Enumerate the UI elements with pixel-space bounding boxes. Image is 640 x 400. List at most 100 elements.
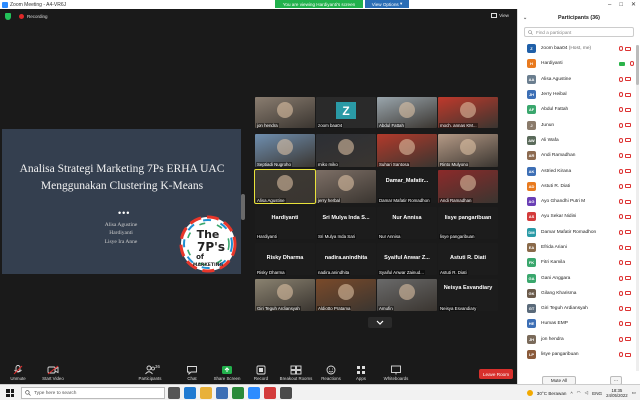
gallery-next-button[interactable] <box>368 317 392 328</box>
pdf-reader-icon[interactable] <box>264 387 276 399</box>
participant-list-item[interactable]: GT Giri Teguh Ardiansyah <box>518 301 636 316</box>
app-icon[interactable] <box>280 387 292 399</box>
participant-tile[interactable]: Neisya Esvandiary <box>438 279 498 311</box>
close-button[interactable]: ✕ <box>631 1 636 8</box>
leave-room-button[interactable]: Leave Room <box>479 369 513 379</box>
reactions-button[interactable]: Reactions <box>316 365 346 381</box>
wifi-icon[interactable]: ◠ <box>577 390 581 396</box>
participant-tile[interactable]: Giri Teguh Ardiansyah <box>255 279 315 311</box>
windows-start-icon[interactable] <box>6 389 14 397</box>
video-off-icon <box>625 184 631 189</box>
participant-name: Hardiyanti <box>541 61 563 67</box>
participant-list-item[interactable]: HE Humas EMP <box>518 316 636 331</box>
collapse-chevron-icon[interactable]: ⌄ <box>523 15 527 21</box>
participant-tile[interactable]: Alisa Agustine <box>254 169 316 204</box>
chat-button[interactable]: Chat <box>177 365 207 381</box>
participant-video-silhouette <box>399 102 415 118</box>
participant-list-item[interactable]: AK Astried Kirana <box>518 163 636 178</box>
notifications-icon[interactable]: ▭ <box>632 390 636 396</box>
participant-tile[interactable]: Hardiyanti Hardiyanti <box>255 207 315 239</box>
participant-search-input[interactable]: Find a participant <box>524 27 634 37</box>
participant-tile-name: Abdul Fattah <box>378 123 405 128</box>
participant-list-item[interactable]: AR Andi Ramadhan <box>518 148 636 163</box>
participant-tile-name: Andi Ramadhan <box>439 198 473 203</box>
participant-tile[interactable]: Septiadi Nugroho <box>255 134 315 167</box>
participant-avatar: GA <box>527 273 536 283</box>
participant-tile[interactable]: jerry herbal <box>316 170 376 203</box>
participant-tile[interactable]: Amufin <box>377 279 437 311</box>
participant-name: Ayo Ghandhi Putri M <box>541 199 586 205</box>
participant-tile[interactable]: Zzoom baa04 <box>316 97 376 128</box>
participant-list-item[interactable]: GK Gilang Kharisma <box>518 286 636 301</box>
participants-button[interactable]: 36 Participants <box>135 364 165 381</box>
participant-tile-name: jerry herbal <box>317 198 341 203</box>
participant-list-item[interactable]: FK Fitri Kamila <box>518 255 636 270</box>
participant-tile[interactable]: Damar_Mafatir... Damar Mafatir Romadhon <box>377 170 437 203</box>
video-off-icon <box>625 306 631 311</box>
participant-tile[interactable]: Sri Mulya Inda S... Sri Mulya Inda Sari <box>316 207 376 239</box>
minimize-button[interactable]: – <box>608 2 611 8</box>
participant-tile[interactable]: lisye pangaribuan lisye pangaribuan <box>438 207 498 239</box>
share-screen-button[interactable]: Share Screen <box>212 365 242 381</box>
taskbar-search-placeholder: Type here to search <box>34 390 77 396</box>
task-view-icon[interactable] <box>168 387 180 399</box>
participant-list-item[interactable]: AW Ali Wafa <box>518 133 636 148</box>
participant-tile[interactable]: Suhari Santosa <box>377 134 437 167</box>
participant-list-item[interactable]: JH jon hendra <box>518 332 636 347</box>
zoom-taskbar-icon[interactable] <box>248 387 260 399</box>
participant-tile[interactable]: Abdul Fattah <box>377 97 437 128</box>
breakout-rooms-button[interactable]: Breakout Rooms <box>280 365 312 381</box>
participant-list-item[interactable]: AG Ayo Ghandhi Putri M <box>518 194 636 209</box>
participant-tile[interactable]: Nur Annisa Nur Annisa <box>377 207 437 239</box>
participant-avatar: AD <box>527 181 536 191</box>
participant-tile-display-name: Nur Annisa <box>392 215 422 221</box>
participant-avatar: LP <box>527 350 536 360</box>
file-explorer-icon[interactable] <box>200 387 212 399</box>
participant-tile[interactable]: Aldiotto Pratama <box>316 279 376 311</box>
participant-tile[interactable]: Andi Ramadhan <box>438 170 498 203</box>
participant-tile-display-name: nadira.anindhita <box>324 255 368 261</box>
participant-list-item[interactable]: DM Damar Mafatir Romadhon <box>518 225 636 240</box>
clock[interactable]: 18:35 24/05/2022 <box>606 388 628 398</box>
whiteboards-button[interactable]: Whiteboards <box>381 365 411 381</box>
start-video-button[interactable]: Start Video <box>38 365 68 381</box>
apps-button[interactable]: Apps <box>346 365 376 381</box>
record-button[interactable]: Record <box>246 365 276 381</box>
slide-scrollbar[interactable] <box>241 194 245 220</box>
taskbar-search-input[interactable]: Type here to search <box>21 387 165 399</box>
participant-list-item[interactable]: GA Gani Anggara <box>518 270 636 285</box>
participant-list-item[interactable]: LP lisye pangaribuan <box>518 347 636 362</box>
participant-tile-display-name: Sri Mulya Inda S... <box>322 215 370 221</box>
share-screen-label: Share Screen <box>213 376 241 381</box>
tray-chevron-icon[interactable]: ^ <box>570 391 572 396</box>
unmute-button[interactable]: Unmute <box>3 365 33 381</box>
participant-tile[interactable]: Rinto Mulyono <box>438 134 498 167</box>
security-shield-icon[interactable] <box>5 12 11 20</box>
participant-tile[interactable]: miko miko <box>316 134 376 167</box>
store-icon[interactable] <box>216 387 228 399</box>
language-indicator[interactable]: ENG <box>592 391 602 396</box>
view-options-button[interactable]: View Options ▾ <box>365 0 409 8</box>
participant-list-scrollbar[interactable] <box>636 45 639 371</box>
participant-list-item[interactable]: AS Ayu Sekar Nidini <box>518 209 636 224</box>
scrollbar-thumb[interactable] <box>636 45 639 85</box>
edge-browser-icon[interactable] <box>184 387 196 399</box>
maximize-button[interactable]: □ <box>619 2 623 8</box>
participant-list-item[interactable]: AD Astuti R. Diati <box>518 179 636 194</box>
participant-list-item[interactable]: AA Alisa Agustine <box>518 72 636 87</box>
view-button[interactable]: View <box>491 13 509 18</box>
participant-list-item[interactable]: Zzoom baa04 (Host, me) <box>518 41 636 56</box>
volume-icon[interactable]: ◁ <box>585 390 589 396</box>
participant-tile[interactable]: jon hendra <box>255 97 315 128</box>
participant-avatar: AS <box>527 212 536 222</box>
participant-list-item[interactable]: AF Abdul Fattah <box>518 102 636 117</box>
participant-list-item[interactable]: H Hardiyanti <box>518 56 636 71</box>
apps-label: Apps <box>355 376 366 381</box>
participant-list-item[interactable]: J Junun <box>518 117 636 132</box>
excel-icon[interactable] <box>232 387 244 399</box>
participant-tile[interactable]: moch. annas KM... <box>438 97 498 128</box>
apps-icon <box>357 366 365 374</box>
participant-list-item[interactable]: EA Efrida Ariani <box>518 240 636 255</box>
participant-list-item[interactable]: JH Jerry Heibal <box>518 87 636 102</box>
shared-screen-slide: Analisa Strategi Marketing 7Ps ERHA UAC … <box>2 129 241 274</box>
